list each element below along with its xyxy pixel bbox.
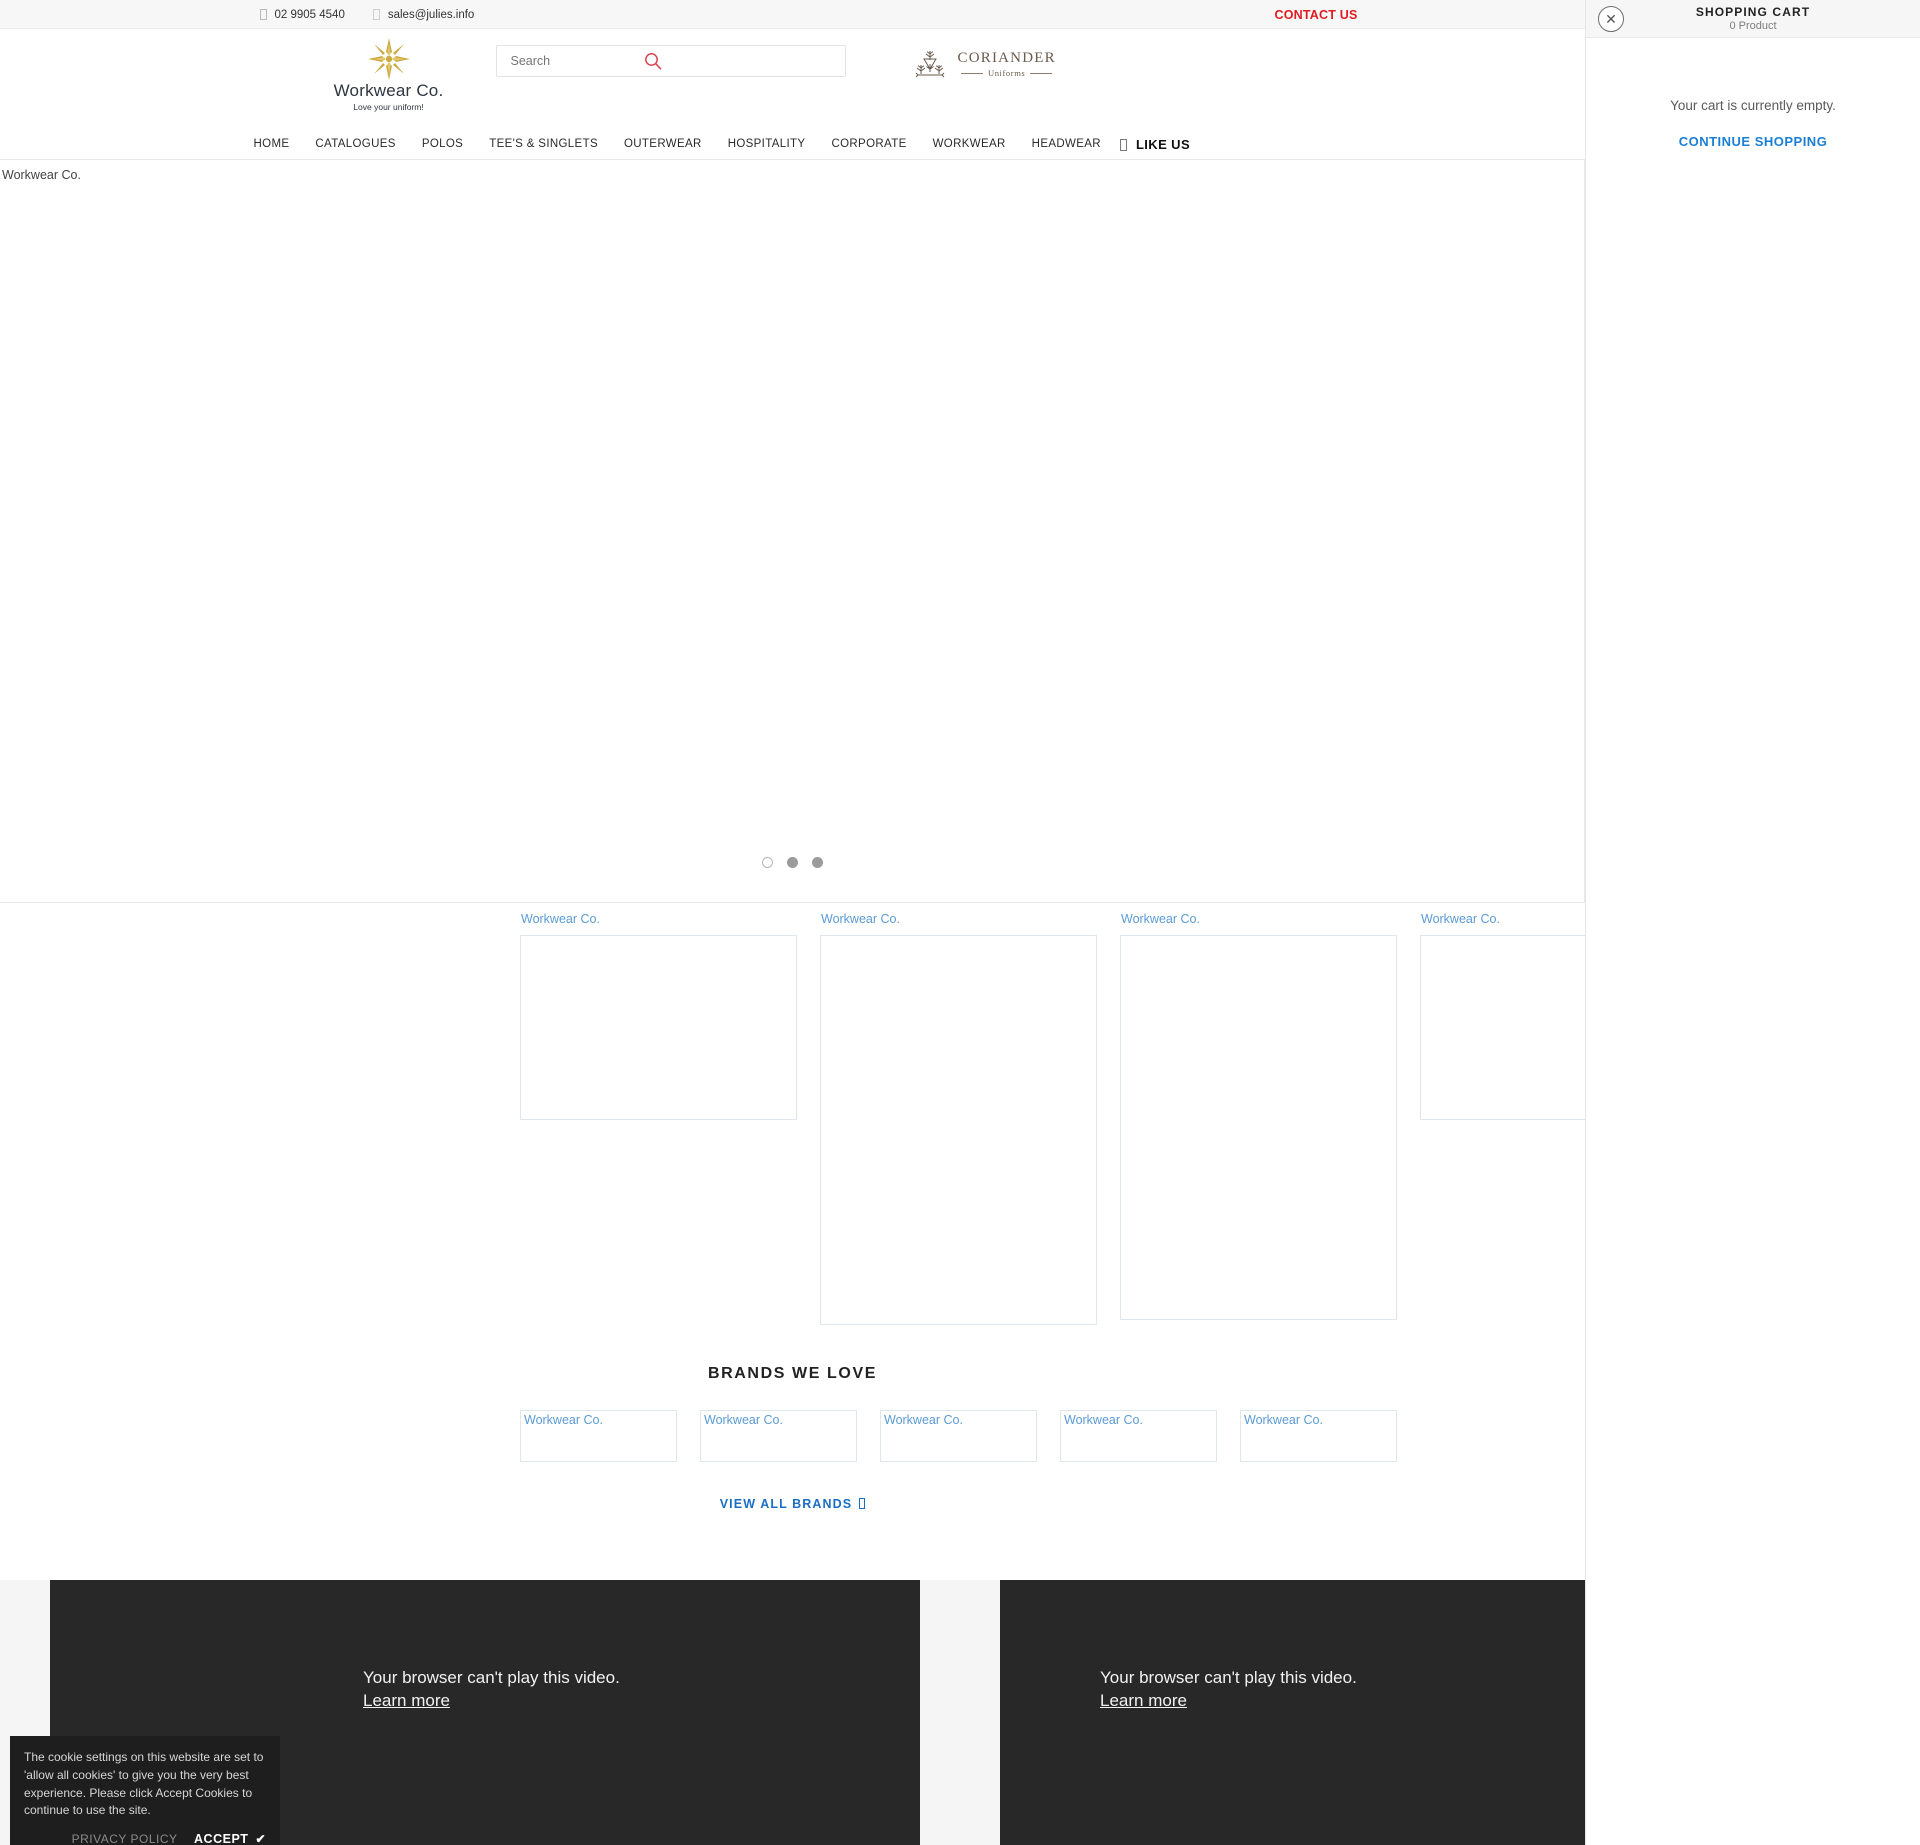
brand-logo-2[interactable]: Workwear Co. <box>700 1410 857 1462</box>
video-learn-more-link-2[interactable]: Learn more <box>1100 1690 1357 1713</box>
phone-contact[interactable]: 02 9905 4540 <box>259 8 345 21</box>
logo-tagline: Love your uniform! <box>353 102 424 112</box>
strip-alt-3[interactable]: Workwear Co. <box>1121 912 1200 926</box>
mandala-icon <box>915 51 944 78</box>
carousel-dot-1[interactable] <box>761 857 773 868</box>
accept-cookies-button[interactable]: ACCEPT ✔ <box>194 1832 266 1845</box>
brand-logo-4[interactable]: Workwear Co. <box>1060 1410 1217 1462</box>
search-box <box>495 45 846 77</box>
site-content: 02 9905 4540 sales@julies.info CONTACT U… <box>0 0 1585 1845</box>
nav-item-home[interactable]: HOME <box>248 129 303 160</box>
view-all-brands-link[interactable]: VIEW ALL BRANDS <box>0 1497 1585 1511</box>
search-button[interactable] <box>641 50 665 74</box>
cart-title: SHOPPING CART <box>1695 5 1811 19</box>
nav-item-corporate[interactable]: CORPORATE <box>818 129 919 160</box>
nav-item-tees-singlets[interactable]: TEE'S & SINGLETS <box>476 129 611 160</box>
cookie-consent-text: The cookie settings on this website are … <box>24 1750 264 1818</box>
site-header: Workwear Co. Love your uniform! Search C… <box>0 29 1585 129</box>
brand-logo-3[interactable]: Workwear Co. <box>880 1410 1037 1462</box>
email-address: sales@julies.info <box>387 8 475 21</box>
like-us-label: LIKE US <box>1135 137 1191 152</box>
nav-item-catalogues[interactable]: CATALOGUES <box>302 129 408 160</box>
privacy-policy-link[interactable]: PRIVACY POLICY <box>72 1832 178 1845</box>
arrow-right-icon <box>859 1498 866 1509</box>
email-contact[interactable]: sales@julies.info <box>372 8 475 21</box>
brand-logo-alt-3: Workwear Co. <box>884 1413 963 1427</box>
mail-icon <box>372 9 380 20</box>
cart-header: ✕ SHOPPING CART 0 Product <box>1586 0 1920 38</box>
compass-star-icon <box>367 38 410 80</box>
main-navigation: HOME CATALOGUES POLOS TEE'S & SINGLETS O… <box>0 129 1585 160</box>
brand-subtitle: Uniforms <box>961 68 1052 78</box>
carousel-dots <box>0 857 1584 868</box>
brand-logo-5[interactable]: Workwear Co. <box>1240 1410 1397 1462</box>
nav-item-outerwear[interactable]: OUTERWEAR <box>611 129 715 160</box>
facebook-icon <box>1119 138 1127 151</box>
check-icon: ✔ <box>255 1832 266 1845</box>
phone-icon <box>259 9 267 20</box>
strip-alt-2[interactable]: Workwear Co. <box>821 912 900 926</box>
logo-name: Workwear Co. <box>333 81 444 100</box>
continue-shopping-link[interactable]: CONTINUE SHOPPING <box>1586 134 1920 149</box>
hero-image-alt: Workwear Co. <box>2 168 81 182</box>
hero-carousel[interactable]: Workwear Co. <box>0 160 1585 903</box>
search-icon <box>644 52 662 70</box>
featured-strip: Workwear Co. Workwear Co. Workwear Co. W… <box>0 912 1585 1325</box>
featured-image-placeholder-3[interactable] <box>1120 935 1397 1320</box>
coriander-brand-logo[interactable]: CORIANDER Uniforms <box>912 47 1056 81</box>
phone-number: 02 9905 4540 <box>274 8 345 21</box>
like-us-link[interactable]: LIKE US <box>1119 137 1191 152</box>
accept-label: ACCEPT <box>194 1832 249 1845</box>
nav-item-headwear[interactable]: HEADWEAR <box>1019 129 1114 160</box>
video-player-2[interactable]: Your browser can't play this video. Lear… <box>1000 1580 1585 1845</box>
brand-logo-alt-4: Workwear Co. <box>1064 1413 1143 1427</box>
carousel-dot-3[interactable] <box>811 857 823 868</box>
cookie-consent-banner: The cookie settings on this website are … <box>10 1736 280 1845</box>
brand-name: CORIANDER <box>957 50 1056 66</box>
brand-logo-1[interactable]: Workwear Co. <box>520 1410 677 1462</box>
contact-us-link[interactable]: CONTACT US <box>1274 0 1357 29</box>
video-learn-more-link-1[interactable]: Learn more <box>363 1690 620 1713</box>
shopping-cart-drawer: ✕ SHOPPING CART 0 Product Your cart is c… <box>1585 0 1920 1845</box>
video-error-message-2: Your browser can't play this video. <box>1100 1668 1357 1687</box>
nav-list: HOME CATALOGUES POLOS TEE'S & SINGLETS O… <box>248 129 1338 160</box>
carousel-dot-2[interactable] <box>786 857 798 868</box>
page-root: 02 9905 4540 sales@julies.info CONTACT U… <box>0 0 1920 1845</box>
nav-item-workwear[interactable]: WORKWEAR <box>920 129 1019 160</box>
featured-image-placeholder-2[interactable] <box>820 935 1097 1325</box>
brand-logo-alt-5: Workwear Co. <box>1244 1413 1323 1427</box>
brand-logo-alt-1: Workwear Co. <box>524 1413 603 1427</box>
cookie-actions: PRIVACY POLICY ACCEPT ✔ <box>24 1830 266 1845</box>
top-utility-bar: 02 9905 4540 sales@julies.info CONTACT U… <box>0 0 1585 29</box>
strip-alt-4[interactable]: Workwear Co. <box>1421 912 1500 926</box>
brands-logo-row: Workwear Co. Workwear Co. Workwear Co. W… <box>0 1410 1585 1462</box>
cart-item-count: 0 Product <box>1729 20 1777 32</box>
featured-image-placeholder-1[interactable] <box>520 935 797 1120</box>
view-all-brands-label: VIEW ALL BRANDS <box>719 1497 853 1511</box>
site-logo[interactable]: Workwear Co. Love your uniform! <box>328 35 450 112</box>
close-icon[interactable]: ✕ <box>1598 5 1624 32</box>
video-error-message-1: Your browser can't play this video. <box>363 1668 620 1687</box>
brand-logo-alt-2: Workwear Co. <box>704 1413 783 1427</box>
cart-empty-message: Your cart is currently empty. <box>1670 98 1836 113</box>
nav-item-polos[interactable]: POLOS <box>409 129 476 160</box>
strip-alt-1[interactable]: Workwear Co. <box>521 912 600 926</box>
brands-section-title: BRANDS WE LOVE <box>707 1365 878 1382</box>
featured-image-placeholder-4[interactable] <box>1420 935 1585 1120</box>
nav-item-hospitality[interactable]: HOSPITALITY <box>715 129 819 160</box>
